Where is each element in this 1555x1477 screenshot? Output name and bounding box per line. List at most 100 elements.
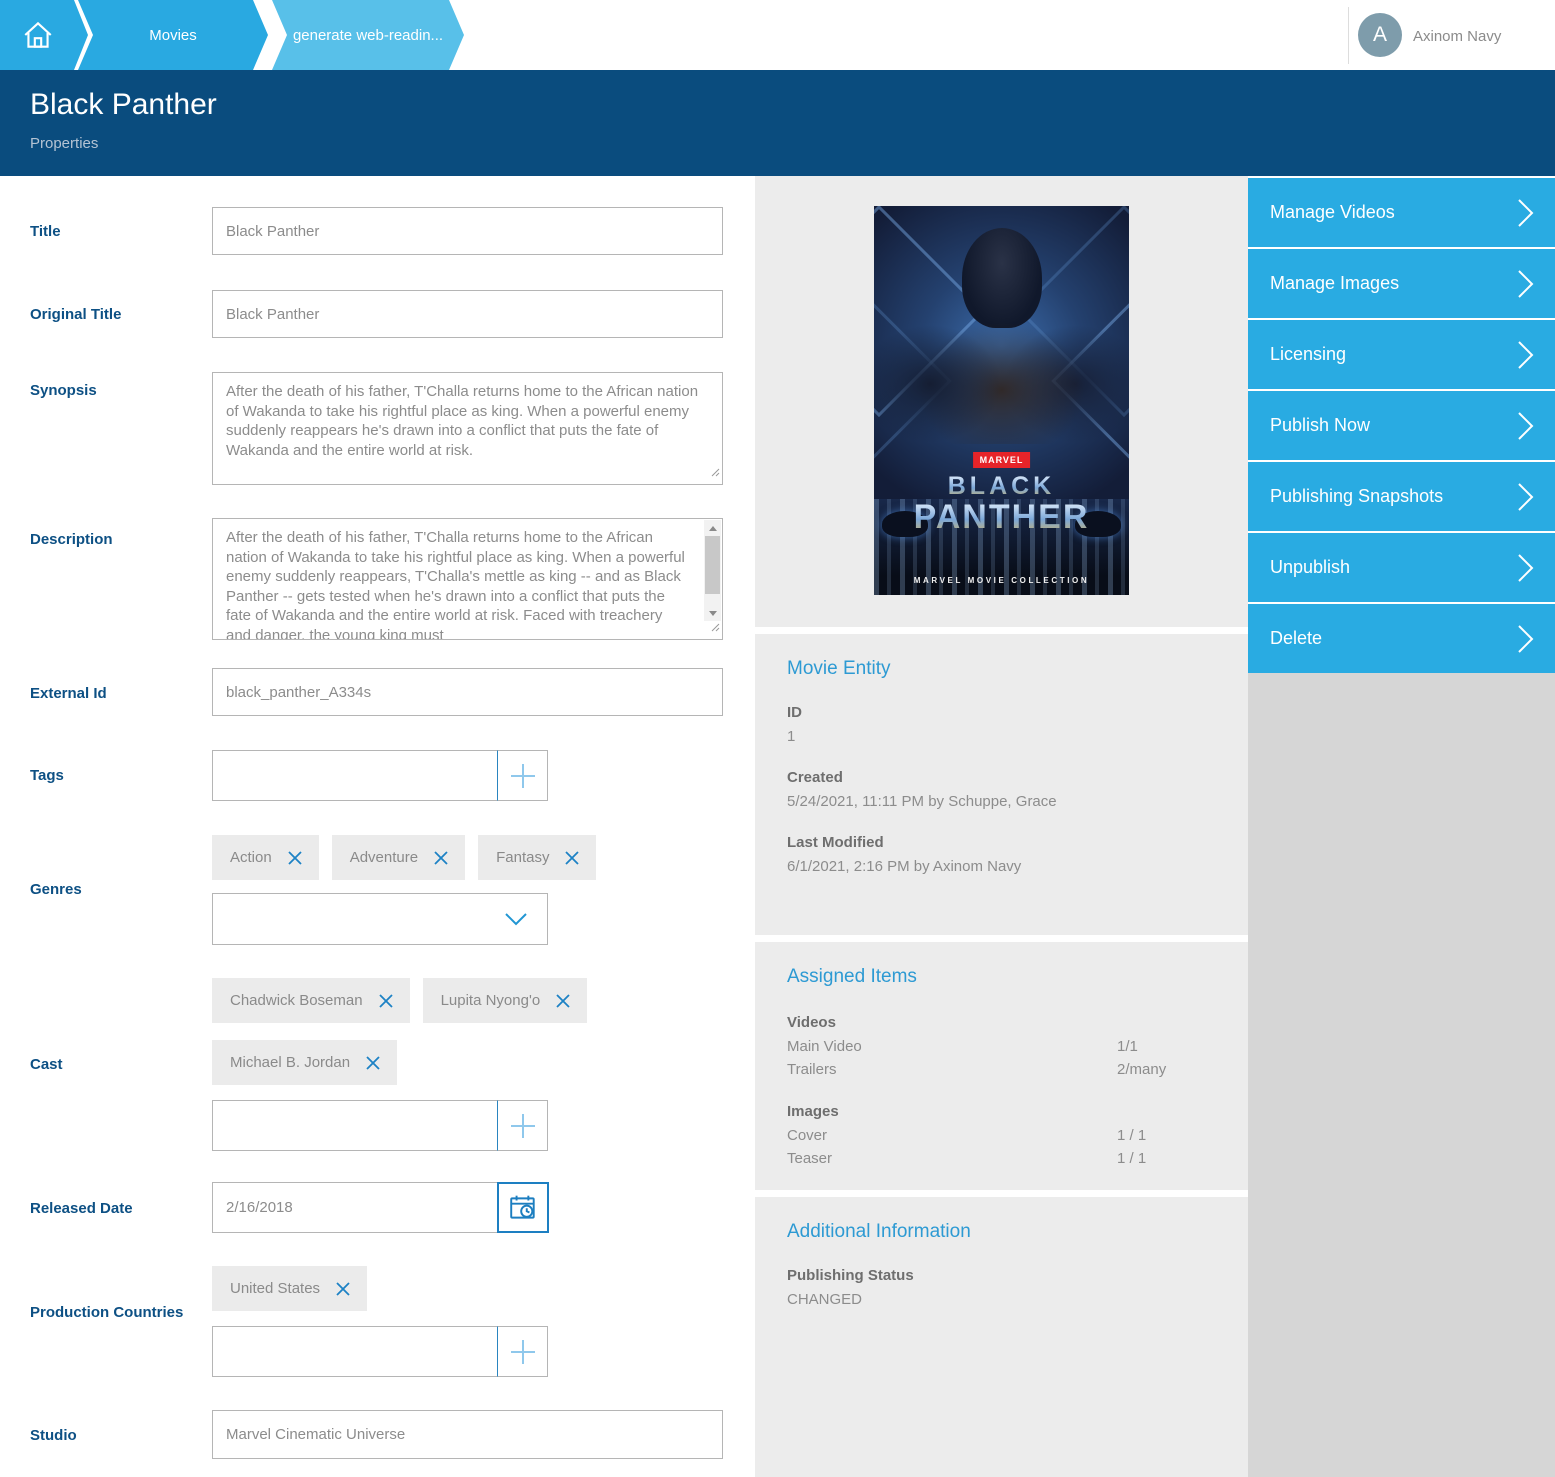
scroll-up-icon[interactable] (704, 520, 721, 536)
country-chip: United States (212, 1266, 367, 1311)
publishing-status-value: CHANGED (787, 1291, 1216, 1308)
synopsis-textarea[interactable]: After the death of his father, T'Challa … (212, 372, 723, 485)
id-label: ID (787, 704, 1216, 721)
page-title: Black Panther (30, 88, 217, 122)
chevron-right-icon (1517, 269, 1535, 299)
assigned-row: Cover 1 / 1 (787, 1127, 1216, 1143)
row-label: Trailers (787, 1061, 836, 1078)
button-label: Publishing Snapshots (1270, 486, 1443, 507)
manage-videos-button[interactable]: Manage Videos (1248, 178, 1555, 247)
poster-figure (962, 228, 1042, 328)
button-label: Publish Now (1270, 415, 1370, 436)
topbar-divider (1348, 7, 1349, 64)
released-date-value: 2/16/2018 (226, 1199, 293, 1216)
poster-title-line1: BLACK (874, 472, 1129, 501)
cast-label: Cast (30, 1055, 190, 1074)
button-label: Unpublish (1270, 557, 1350, 578)
tags-input[interactable] (212, 750, 498, 801)
remove-icon[interactable] (365, 1055, 381, 1071)
last-modified-value: 6/1/2021, 2:16 PM by Axinom Navy (787, 858, 1216, 875)
cast-input[interactable] (212, 1100, 498, 1151)
section-heading: Additional Information (787, 1221, 1216, 1243)
tags-add-button[interactable] (497, 750, 548, 801)
remove-icon[interactable] (433, 850, 449, 866)
date-picker-button[interactable] (497, 1182, 549, 1233)
description-scrollbar[interactable] (704, 520, 721, 621)
created-value: 5/24/2021, 11:11 PM by Schuppe, Grace (787, 793, 1216, 810)
genre-chip: Adventure (332, 835, 465, 880)
button-label: Manage Images (1270, 273, 1399, 294)
row-value: 2/many (1117, 1061, 1166, 1078)
chevron-right-icon (1517, 624, 1535, 654)
cast-add-button[interactable] (497, 1100, 548, 1151)
movie-poster: MARVEL BLACK PANTHER MARVEL MOVIE COLLEC… (874, 206, 1129, 595)
external-id-input[interactable]: black_panther_A334s (212, 668, 723, 716)
description-value: After the death of his father, T'Challa … (213, 519, 704, 639)
licensing-button[interactable]: Licensing (1248, 320, 1555, 389)
info-column: MARVEL BLACK PANTHER MARVEL MOVIE COLLEC… (755, 176, 1248, 1477)
resize-grip-icon[interactable] (711, 619, 720, 637)
breadcrumb-label: generate web-readin... (293, 27, 443, 44)
plus-icon (508, 1111, 538, 1141)
cast-combo (212, 1100, 548, 1151)
id-value: 1 (787, 728, 1216, 745)
original-title-input[interactable]: Black Panther (212, 290, 723, 338)
studio-value: Marvel Cinematic Universe (226, 1426, 405, 1443)
remove-icon[interactable] (287, 850, 303, 866)
publish-now-button[interactable]: Publish Now (1248, 391, 1555, 460)
chip-label: Lupita Nyong'o (441, 992, 541, 1009)
resize-grip-icon[interactable] (711, 464, 720, 482)
released-date-input[interactable]: 2/16/2018 (212, 1182, 498, 1233)
remove-icon[interactable] (564, 850, 580, 866)
production-countries-input[interactable] (212, 1326, 498, 1377)
title-label: Title (30, 222, 190, 241)
scrollbar-thumb[interactable] (705, 536, 720, 594)
row-label: Cover (787, 1127, 827, 1144)
page-subtitle: Properties (30, 135, 98, 152)
avatar[interactable]: A (1358, 13, 1402, 57)
chip-label: Michael B. Jordan (230, 1054, 350, 1071)
original-title-label: Original Title (30, 305, 190, 324)
studio-input[interactable]: Marvel Cinematic Universe (212, 1410, 723, 1459)
button-label: Delete (1270, 628, 1322, 649)
movie-entity-section: Movie Entity ID 1 Created 5/24/2021, 11:… (755, 634, 1248, 935)
chevron-right-icon (1517, 198, 1535, 228)
action-column: Manage Videos Manage Images Licensing Pu… (1248, 176, 1555, 1477)
genre-chip: Action (212, 835, 319, 880)
additional-information-section: Additional Information Publishing Status… (755, 1197, 1248, 1477)
production-countries-add-button[interactable] (497, 1326, 548, 1377)
chevron-down-icon (505, 913, 527, 926)
remove-icon[interactable] (555, 993, 571, 1009)
created-label: Created (787, 769, 1216, 786)
button-label: Manage Videos (1270, 202, 1395, 223)
unpublish-button[interactable]: Unpublish (1248, 533, 1555, 602)
row-label: Teaser (787, 1150, 832, 1167)
images-group-label: Images (787, 1103, 1216, 1120)
manage-images-button[interactable]: Manage Images (1248, 249, 1555, 318)
description-textarea[interactable]: After the death of his father, T'Challa … (212, 518, 723, 640)
chevron-right-icon (1517, 553, 1535, 583)
chip-label: Action (230, 849, 272, 866)
poster-title-line2: PANTHER (874, 498, 1129, 537)
external-id-value: black_panther_A334s (226, 684, 371, 701)
title-input[interactable]: Black Panther (212, 207, 723, 255)
cast-chips-row2: Michael B. Jordan (212, 1040, 397, 1085)
publishing-snapshots-button[interactable]: Publishing Snapshots (1248, 462, 1555, 531)
external-id-label: External Id (30, 684, 190, 703)
page: Movies generate web-readin... A Axinom N… (0, 0, 1555, 1477)
videos-group-label: Videos (787, 1014, 1216, 1031)
production-countries-combo (212, 1326, 548, 1377)
synopsis-value: After the death of his father, T'Challa … (213, 373, 722, 484)
remove-icon[interactable] (335, 1281, 351, 1297)
button-label: Licensing (1270, 344, 1346, 365)
row-value: 1 / 1 (1117, 1127, 1146, 1144)
page-header: Black Panther Properties (0, 75, 1555, 176)
assigned-row: Teaser 1 / 1 (787, 1150, 1216, 1166)
remove-icon[interactable] (378, 993, 394, 1009)
genres-dropdown[interactable] (212, 893, 548, 945)
chip-label: Chadwick Boseman (230, 992, 363, 1009)
breadcrumb-item-current[interactable]: generate web-readin... (272, 0, 464, 70)
delete-button[interactable]: Delete (1248, 604, 1555, 673)
breadcrumb-item-movies[interactable]: Movies (78, 0, 268, 70)
breadcrumb-home[interactable] (0, 0, 88, 70)
